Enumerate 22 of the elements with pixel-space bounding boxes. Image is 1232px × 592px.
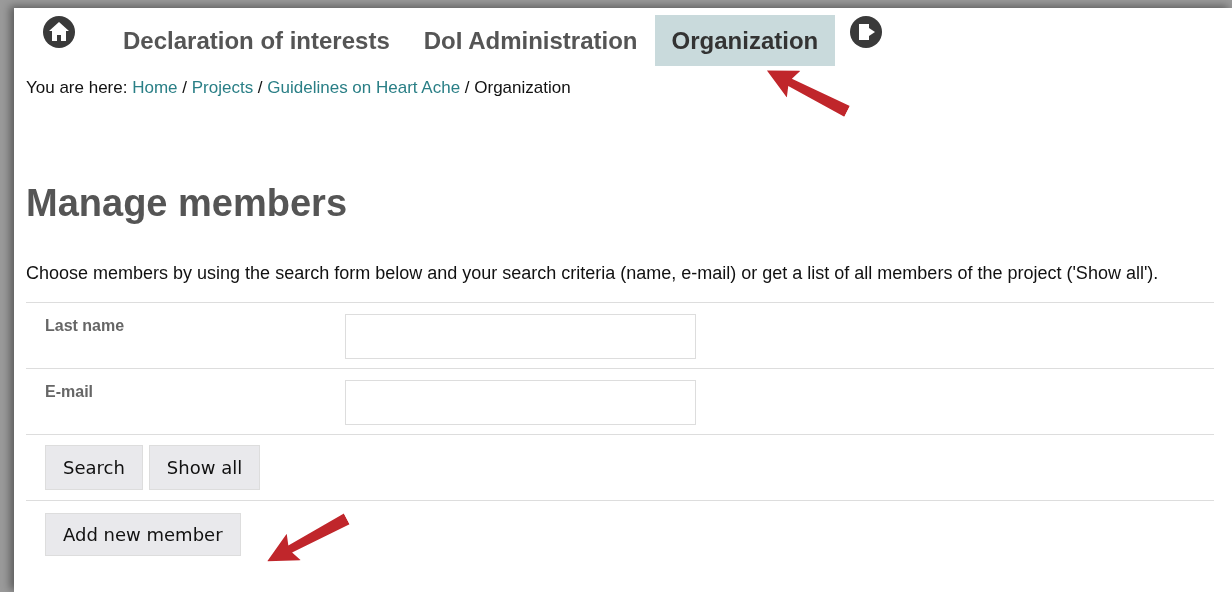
breadcrumb-separator: /	[463, 77, 471, 99]
field-label: E-mail	[44, 381, 94, 402]
breadcrumb-separator: /	[256, 77, 264, 99]
breadcrumb-link[interactable]: Projects	[191, 75, 254, 101]
home-icon[interactable]	[42, 15, 76, 49]
page-heading: Manage members	[26, 180, 348, 226]
exit-icon[interactable]	[849, 15, 884, 49]
intro-text: Choose members by using the search form below and your search criteria (name, e-mail) or get a list of all members of the project ('Show all').	[26, 261, 1160, 285]
form-button[interactable]: Show all	[148, 444, 261, 490]
field-label: Last name	[44, 315, 126, 336]
nav-tab[interactable]: Declaration of interests	[106, 15, 407, 66]
form-button[interactable]: Search	[45, 444, 143, 490]
input-field[interactable]	[345, 313, 696, 359]
breadcrumb-current: Organization	[474, 77, 571, 99]
breadcrumb-label: You are here:	[26, 77, 129, 99]
nav-tab[interactable]: Organization	[654, 15, 836, 66]
nav-tab[interactable]: DoI Administration	[406, 15, 655, 66]
input-field[interactable]	[345, 379, 696, 425]
breadcrumb-link[interactable]: Home	[132, 75, 178, 101]
breadcrumb-separator: /	[181, 77, 188, 99]
add-member-button[interactable]: Add new member	[45, 512, 241, 556]
breadcrumb-link[interactable]: Guidelines on Heart Ache	[267, 75, 461, 101]
